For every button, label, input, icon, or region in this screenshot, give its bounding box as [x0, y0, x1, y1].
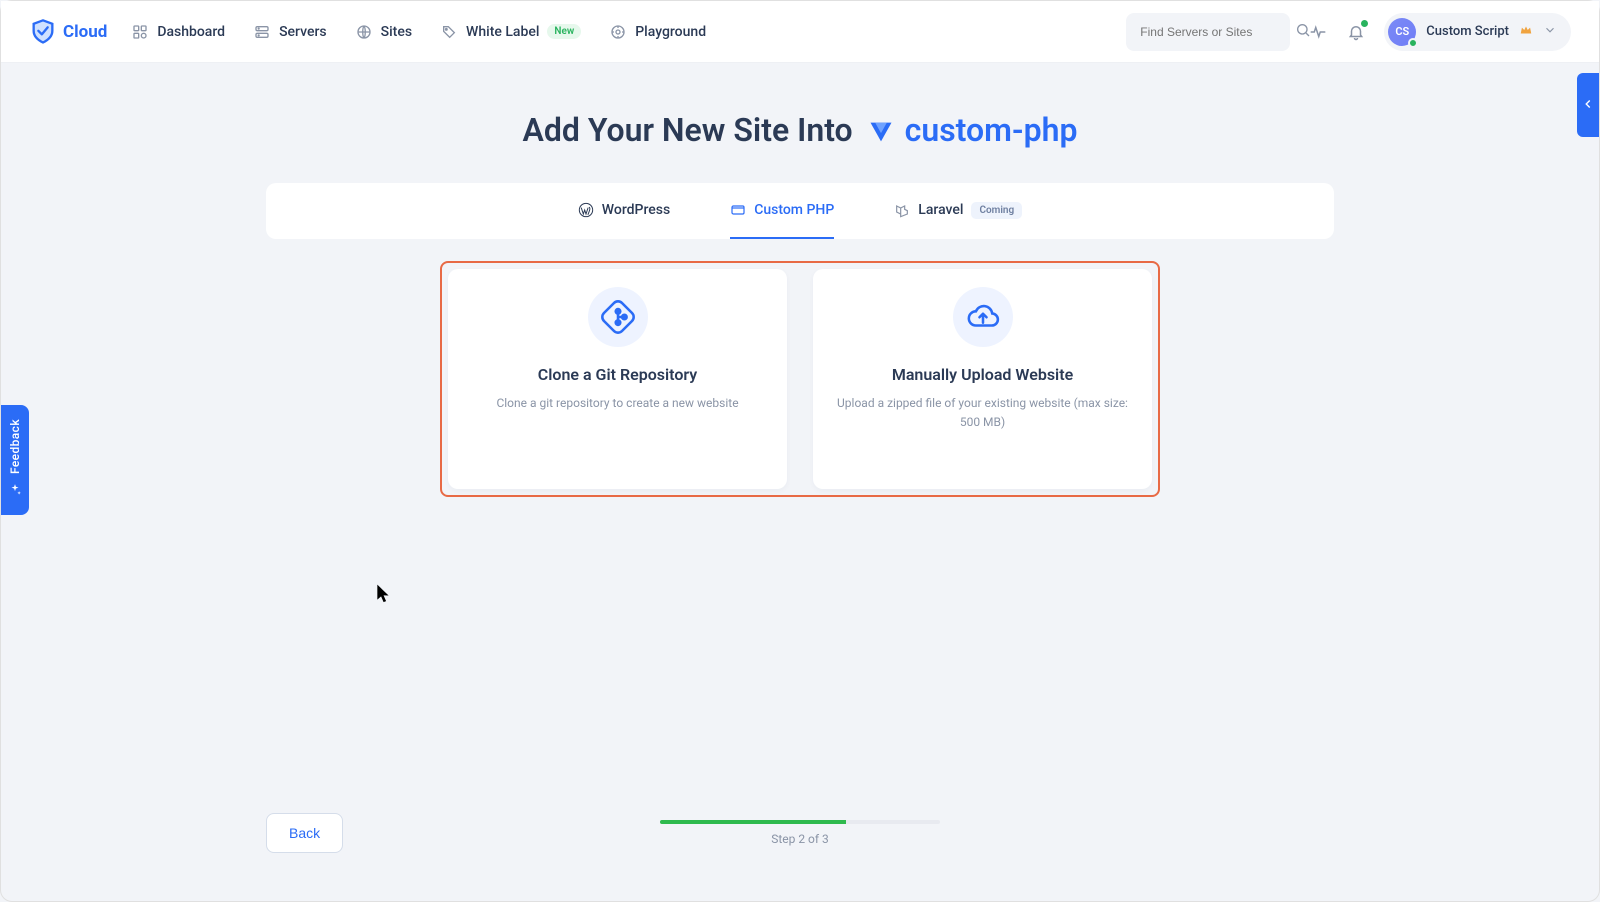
search-box[interactable]	[1126, 13, 1290, 51]
nav-label: White Label	[466, 24, 539, 40]
wordpress-icon	[578, 202, 594, 218]
profile-name: Custom Script	[1426, 24, 1509, 39]
nav-label: Sites	[381, 24, 412, 40]
tag-icon	[440, 23, 458, 41]
nav-label: Playground	[635, 24, 706, 40]
option-desc: Clone a git repository to create a new w…	[496, 394, 738, 413]
option-manual-upload[interactable]: Manually Upload Website Upload a zipped …	[813, 269, 1152, 489]
nav-playground[interactable]: Playground	[609, 23, 706, 41]
cloud-upload-icon	[953, 287, 1013, 347]
site-type-tabs: WordPress Custom PHP Laravel Coming	[266, 183, 1334, 239]
globe-icon	[355, 23, 373, 41]
playground-icon	[609, 23, 627, 41]
vultr-icon	[867, 116, 895, 144]
git-repo-icon	[588, 287, 648, 347]
brand-logo-icon	[29, 18, 57, 46]
tab-label: Laravel	[918, 202, 963, 218]
grid-icon	[131, 23, 149, 41]
feedback-tab[interactable]: Feedback	[1, 405, 29, 515]
tab-label: Custom PHP	[754, 202, 834, 218]
nav-label: Dashboard	[157, 24, 225, 40]
brand-logo[interactable]: Cloud	[29, 18, 107, 46]
search-input[interactable]	[1140, 25, 1295, 39]
chevron-down-icon	[1543, 22, 1557, 41]
tab-laravel[interactable]: Laravel Coming	[894, 183, 1022, 239]
tab-custom-php[interactable]: Custom PHP	[730, 183, 834, 239]
php-icon	[730, 202, 746, 218]
server-name: custom-php	[905, 111, 1078, 149]
avatar-initials: CS	[1395, 25, 1409, 38]
nav-dashboard[interactable]: Dashboard	[131, 23, 225, 41]
main-content: Add Your New Site Into custom-php WordPr…	[1, 63, 1599, 545]
nav-sites[interactable]: Sites	[355, 23, 412, 41]
right-panel-toggle[interactable]	[1577, 73, 1599, 137]
option-title: Clone a Git Repository	[538, 365, 697, 384]
coming-badge: Coming	[971, 202, 1022, 219]
notification-dot	[1361, 20, 1368, 27]
activity-icon[interactable]	[1308, 22, 1328, 42]
nav-white-label[interactable]: White Label New	[440, 23, 581, 41]
feedback-label: Feedback	[8, 419, 22, 474]
main-nav: Dashboard Servers Sites White Label New	[131, 23, 1126, 41]
profile-menu[interactable]: CS Custom Script	[1384, 13, 1571, 51]
brand-name: Cloud	[63, 22, 107, 42]
status-dot	[1408, 38, 1418, 48]
page-title: Add Your New Site Into custom-php	[522, 111, 1077, 149]
new-badge: New	[547, 24, 581, 39]
option-title: Manually Upload Website	[892, 365, 1073, 384]
server-icon	[253, 23, 271, 41]
wizard-footer: Back Step 2 of 3	[1, 813, 1599, 853]
tab-label: WordPress	[602, 202, 670, 218]
header-right: CS Custom Script	[1126, 13, 1571, 51]
crown-icon	[1519, 22, 1533, 41]
tab-wordpress[interactable]: WordPress	[578, 183, 670, 239]
bell-icon[interactable]	[1346, 22, 1366, 42]
nav-label: Servers	[279, 24, 327, 40]
cursor-icon	[374, 583, 394, 609]
step-text: Step 2 of 3	[771, 832, 829, 846]
chevron-left-icon	[1581, 96, 1595, 115]
progress-indicator: Step 2 of 3	[660, 820, 940, 846]
option-desc: Upload a zipped file of your existing we…	[831, 394, 1134, 432]
nav-servers[interactable]: Servers	[253, 23, 327, 41]
deployment-options: Clone a Git Repository Clone a git repos…	[440, 261, 1160, 497]
back-button[interactable]: Back	[266, 813, 343, 853]
progress-bar	[660, 820, 940, 824]
title-prefix: Add Your New Site Into	[522, 111, 852, 149]
avatar: CS	[1388, 18, 1416, 46]
progress-fill	[660, 820, 846, 824]
server-reference: custom-php	[867, 111, 1078, 149]
header: Cloud Dashboard Servers Sites White Labe…	[1, 1, 1599, 63]
sparkle-icon	[8, 482, 22, 501]
option-clone-git[interactable]: Clone a Git Repository Clone a git repos…	[448, 269, 787, 489]
laravel-icon	[894, 202, 910, 218]
